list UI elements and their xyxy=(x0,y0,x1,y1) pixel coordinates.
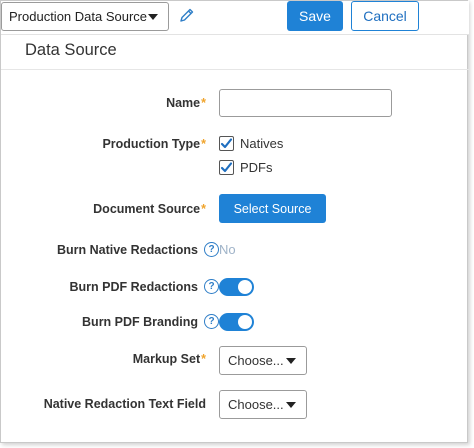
help-icon[interactable]: ? xyxy=(204,279,219,294)
required-marker: * xyxy=(201,352,206,366)
burn-pdf-branding-label: Burn PDF Branding ? xyxy=(82,314,219,329)
burn-pdf-redactions-label: Burn PDF Redactions ? xyxy=(69,279,219,294)
pdfs-checkbox[interactable] xyxy=(219,160,234,175)
document-source-label-text: Document Source xyxy=(93,202,201,216)
natives-label: Natives xyxy=(240,136,284,151)
required-marker: * xyxy=(201,137,206,151)
name-label: Name * xyxy=(166,96,206,110)
pdfs-label: PDFs xyxy=(240,160,273,175)
native-redaction-text-field-label-text: Native Redaction Text Field xyxy=(43,397,206,411)
burn-pdf-branding-label-text: Burn PDF Branding xyxy=(82,314,198,329)
markup-set-label-text: Markup Set xyxy=(132,352,201,366)
natives-checkbox-row[interactable]: Natives xyxy=(219,136,283,151)
burn-pdf-redactions-toggle[interactable] xyxy=(219,278,254,296)
production-type-label-text: Production Type xyxy=(102,137,201,151)
production-type-label: Production Type * xyxy=(102,137,206,151)
help-icon[interactable]: ? xyxy=(204,314,219,329)
help-icon[interactable]: ? xyxy=(204,242,219,257)
toolbar: Production Data Source Save Cancel xyxy=(1,1,469,35)
section-title: Data Source xyxy=(25,41,117,59)
name-input[interactable] xyxy=(219,89,392,117)
checkmark-icon xyxy=(220,138,233,149)
markup-set-label: Markup Set * xyxy=(133,352,206,366)
name-label-text: Name xyxy=(166,96,201,110)
native-redaction-text-field-select[interactable]: Choose... xyxy=(219,390,307,419)
burn-native-redactions-value: No xyxy=(219,242,236,257)
section-divider xyxy=(1,69,469,70)
burn-native-redactions-label-text: Burn Native Redactions xyxy=(56,242,198,257)
data-source-panel: Production Data Source Save Cancel Data … xyxy=(0,0,469,443)
burn-pdf-redactions-label-text: Burn PDF Redactions xyxy=(69,279,199,294)
save-button[interactable]: Save xyxy=(287,1,343,31)
natives-checkbox[interactable] xyxy=(219,136,234,151)
toggle-knob xyxy=(238,315,252,329)
chevron-down-icon xyxy=(148,14,158,20)
markup-set-select[interactable]: Choose... xyxy=(219,346,307,375)
burn-native-redactions-label: Burn Native Redactions ? xyxy=(56,242,219,257)
data-source-dropdown[interactable]: Production Data Source xyxy=(1,2,169,31)
select-source-button[interactable]: Select Source xyxy=(219,194,326,223)
native-redaction-text-field-select-value: Choose... xyxy=(228,397,284,412)
chevron-down-icon xyxy=(286,402,296,408)
checkmark-icon xyxy=(220,162,233,173)
document-source-label: Document Source * xyxy=(93,202,206,216)
cancel-button[interactable]: Cancel xyxy=(351,1,419,31)
markup-set-select-value: Choose... xyxy=(228,353,284,368)
toggle-knob xyxy=(238,280,252,294)
pdfs-checkbox-row[interactable]: PDFs xyxy=(219,160,273,175)
data-source-dropdown-label: Production Data Source xyxy=(9,9,148,24)
required-marker: * xyxy=(201,202,206,216)
required-marker: * xyxy=(201,96,206,110)
chevron-down-icon xyxy=(286,358,296,364)
burn-pdf-branding-toggle[interactable] xyxy=(219,313,254,331)
native-redaction-text-field-label: Native Redaction Text Field xyxy=(44,397,206,411)
pencil-icon[interactable] xyxy=(179,7,195,23)
